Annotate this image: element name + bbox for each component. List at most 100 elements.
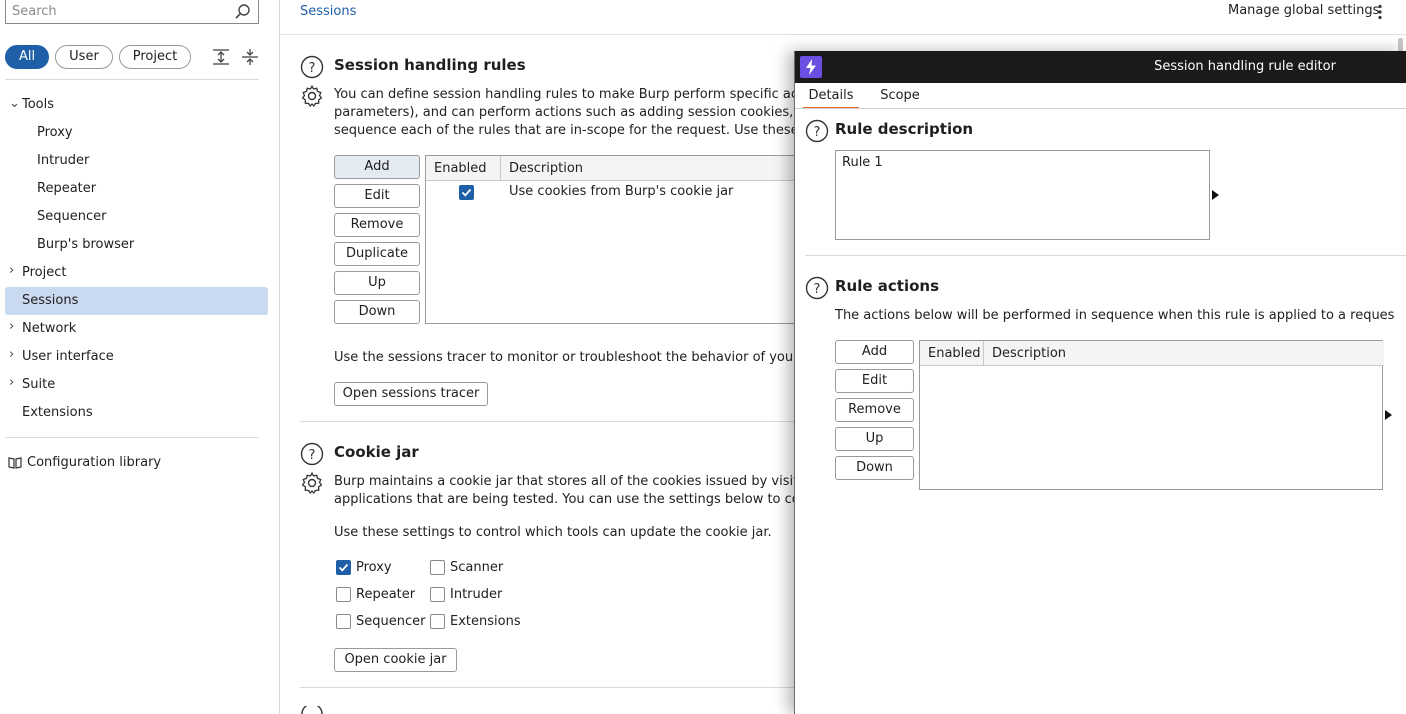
sidebar-item-project[interactable]: Project [22,263,66,283]
section-description: applications that are being tested. You … [334,492,794,507]
scanner-checkbox-label[interactable]: Scanner [450,559,503,577]
extensions-checkbox-label[interactable]: Extensions [450,613,521,631]
tab-details[interactable]: Details [803,85,859,109]
move-action-down-button[interactable]: Down [835,456,914,480]
settings-sidebar: All User Project ⌄ Tools Proxy Intruder … [0,0,280,714]
edit-rule-button[interactable]: Edit [334,184,420,208]
remove-rule-button[interactable]: Remove [334,213,420,237]
tab-divider [795,108,1406,109]
section-title-rule-description: Rule description [835,120,974,138]
remove-action-button[interactable]: Remove [835,398,914,422]
chevron-right-icon[interactable]: › [9,375,14,390]
open-sessions-tracer-button[interactable]: Open sessions tracer [334,382,488,406]
search-input[interactable] [12,2,227,20]
help-icon[interactable]: ? [300,442,324,466]
sidebar-item-network[interactable]: Network [22,319,76,339]
gear-icon[interactable] [300,471,324,495]
sidebar-item-suite[interactable]: Suite [22,375,55,395]
extensions-checkbox[interactable] [430,614,445,629]
rules-table: Enabled Description Use cookies from Bur… [425,155,806,324]
filter-project-button[interactable]: Project [119,45,191,69]
session-rule-editor-dialog: Session handling rule editor Details Sco… [794,51,1406,714]
book-icon [8,457,22,469]
more-options-icon[interactable] [1376,4,1384,20]
chevron-right-icon[interactable]: › [9,263,14,278]
add-rule-button[interactable]: Add [334,155,420,179]
proxy-checkbox[interactable] [336,560,351,575]
column-header-description[interactable]: Description [984,341,1384,366]
repeater-checkbox-label[interactable]: Repeater [356,586,415,604]
svg-text:?: ? [309,448,316,463]
tracer-description: Use the sessions tracer to monitor or tr… [334,350,794,365]
section-title-session-handling-rules: Session handling rules [334,56,526,74]
scanner-checkbox[interactable] [430,560,445,575]
tab-scope[interactable]: Scope [873,85,927,109]
help-icon[interactable]: ? [805,276,829,300]
help-icon[interactable]: ? [300,55,324,79]
cookie-jar-settings-text: Use these settings to control which tool… [334,525,772,540]
svg-text:?: ? [309,61,316,76]
sidebar-item-burps-browser[interactable]: Burp's browser [37,235,134,255]
section-divider [805,255,1406,256]
column-header-description[interactable]: Description [501,156,806,181]
dialog-titlebar[interactable]: Session handling rule editor [795,51,1406,83]
rule-actions-table: Enabled Description [919,340,1384,490]
breadcrumb[interactable]: Sessions [300,4,356,19]
repeater-checkbox[interactable] [336,587,351,602]
filter-all-button[interactable]: All [5,45,49,69]
sidebar-item-sequencer[interactable]: Sequencer [37,207,106,227]
move-up-button[interactable]: Up [334,271,420,295]
rule-enabled-checkbox[interactable] [459,185,474,200]
add-action-button[interactable]: Add [835,340,914,364]
sidebar-item-configuration-library[interactable]: Configuration library [27,453,161,473]
intruder-checkbox[interactable] [430,587,445,602]
expand-arrow-icon[interactable] [1385,410,1392,420]
search-box [5,0,259,24]
column-header-enabled[interactable]: Enabled [426,156,501,181]
gear-icon[interactable] [300,84,324,108]
sidebar-divider [5,437,259,438]
expand-all-icon[interactable] [211,47,231,67]
chevron-down-icon[interactable]: ⌄ [9,96,20,111]
sidebar-item-intruder[interactable]: Intruder [37,151,89,171]
duplicate-rule-button[interactable]: Duplicate [334,242,420,266]
header-bar: Sessions Manage global settings [280,0,1406,35]
search-icon[interactable] [234,3,252,21]
help-icon [301,706,323,714]
filter-user-button[interactable]: User [55,45,113,69]
sidebar-item-repeater[interactable]: Repeater [37,179,96,199]
collapse-all-icon[interactable] [240,47,260,67]
move-down-button[interactable]: Down [334,300,420,324]
expand-arrow-icon[interactable] [1212,190,1219,200]
sidebar-item-tools[interactable]: Tools [22,95,54,115]
sequencer-checkbox-label[interactable]: Sequencer [356,613,425,631]
sidebar-item-sessions[interactable]: Sessions [22,291,78,311]
chevron-right-icon[interactable]: › [9,319,14,334]
sidebar-item-extensions[interactable]: Extensions [22,403,93,423]
column-header-enabled[interactable]: Enabled [920,341,984,366]
manage-global-settings-link[interactable]: Manage global settings [1228,3,1379,18]
open-cookie-jar-button[interactable]: Open cookie jar [334,648,457,672]
sidebar-divider [5,79,259,80]
dialog-title: Session handling rule editor [1154,59,1336,74]
sidebar-item-user-interface[interactable]: User interface [22,347,114,367]
sidebar-item-proxy[interactable]: Proxy [37,123,73,143]
section-title-rule-actions: Rule actions [835,277,940,295]
help-icon[interactable]: ? [805,119,829,143]
chevron-right-icon[interactable]: › [9,347,14,362]
section-divider [300,421,800,422]
table-row-description[interactable]: Use cookies from Burp's cookie jar [509,184,733,199]
edit-action-button[interactable]: Edit [835,369,914,393]
section-description: sequence each of the rules that are in-s… [334,123,794,138]
rule-description-textarea[interactable]: Rule 1 [835,150,1210,240]
section-divider [300,687,800,688]
section-description: You can define session handling rules to… [334,87,794,102]
rule-actions-description: The actions below will be performed in s… [835,308,1395,323]
svg-text:?: ? [814,125,821,140]
move-action-up-button[interactable]: Up [835,427,914,451]
section-description: Burp maintains a cookie jar that stores … [334,474,794,489]
sequencer-checkbox[interactable] [336,614,351,629]
proxy-checkbox-label[interactable]: Proxy [356,559,392,577]
svg-text:?: ? [814,282,821,297]
intruder-checkbox-label[interactable]: Intruder [450,586,502,604]
